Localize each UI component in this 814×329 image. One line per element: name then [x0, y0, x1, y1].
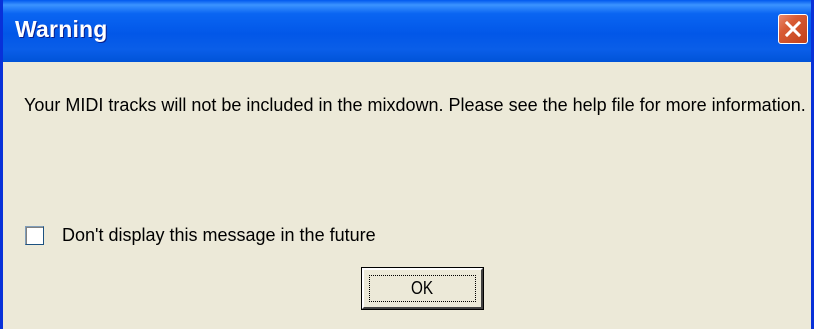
ok-button[interactable]: OK — [361, 267, 484, 310]
ok-button-label: OK — [411, 278, 434, 298]
close-icon — [784, 20, 802, 38]
warning-message: Your MIDI tracks will not be included in… — [24, 95, 806, 115]
close-button[interactable] — [778, 14, 808, 44]
dont-display-checkbox[interactable] — [25, 225, 44, 245]
warning-dialog: Warning Your MIDI tracks will not be inc… — [0, 0, 814, 329]
title-bar[interactable]: Warning — [3, 0, 811, 62]
dont-display-label[interactable]: Don't display this message in the future — [62, 225, 376, 246]
dont-display-option[interactable]: Don't display this message in the future — [25, 223, 376, 247]
dialog-title: Warning — [15, 16, 108, 42]
